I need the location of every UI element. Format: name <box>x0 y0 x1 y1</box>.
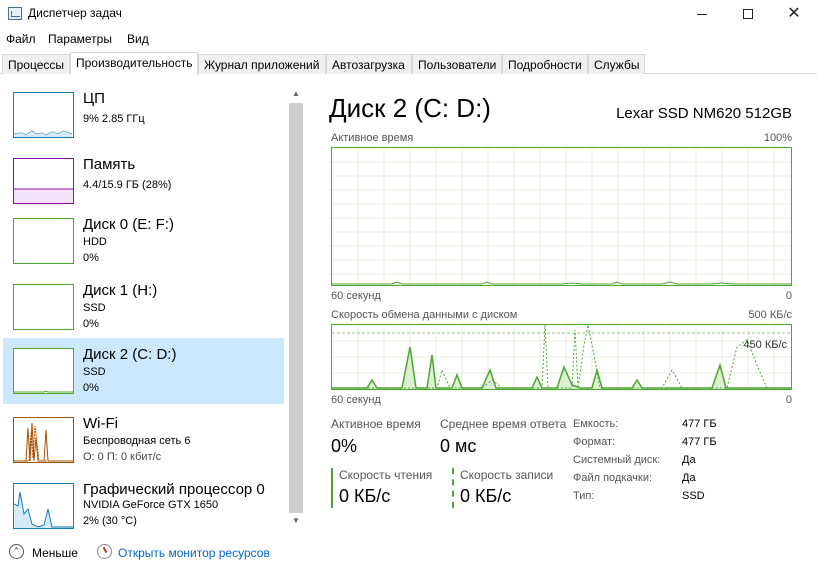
read-speed-label: Скорость чтения <box>339 468 433 482</box>
close-button[interactable]: ✕ <box>771 0 817 28</box>
chevron-up-icon[interactable]: ⌃ <box>9 544 24 559</box>
tab-startup[interactable]: Автозагрузка <box>326 54 412 74</box>
transfer-chart-label: Скорость обмена данными с диском <box>331 309 518 321</box>
tab-processes[interactable]: Процессы <box>2 54 70 74</box>
sidebar-item-type: HDD <box>83 236 107 248</box>
minimize-button[interactable] <box>679 0 725 28</box>
maximize-button[interactable] <box>725 0 771 28</box>
memory-thumbnail-graph <box>13 158 74 204</box>
active-time-duration-label: 60 секунд <box>331 290 381 302</box>
sidebar-item-title: Графический процессор 0 <box>83 481 265 498</box>
tab-app-history[interactable]: Журнал приложений <box>198 54 326 74</box>
disk-2-thumbnail-graph <box>13 348 74 394</box>
sidebar-item-disk-0[interactable]: Диск 0 (E: F:) HDD 0% <box>3 210 284 276</box>
title-bar: Диспетчер задач ✕ <box>0 0 817 28</box>
tab-bar: Процессы Производительность Журнал прило… <box>0 52 817 75</box>
sidebar-item-throughput: О: 0 П: 0 кбит/с <box>83 451 162 463</box>
capacity-value: 477 ГБ <box>682 418 717 430</box>
menu-file[interactable]: Файл <box>6 32 36 46</box>
sidebar-item-model: NVIDIA GeForce GTX 1650 <box>83 499 219 511</box>
sidebar-item-wifi[interactable]: Wi-Fi Беспроводная сеть 6 О: 0 П: 0 кбит… <box>3 409 284 475</box>
format-label: Формат: <box>573 436 616 448</box>
format-value: 477 ГБ <box>682 436 717 448</box>
sidebar-item-detail: 9% 2.85 ГГц <box>83 113 145 125</box>
open-resource-monitor-link[interactable]: Открыть монитор ресурсов <box>118 546 270 560</box>
sidebar-item-type: SSD <box>83 366 106 378</box>
type-value: SSD <box>682 490 705 502</box>
scroll-down-arrow[interactable]: ▼ <box>289 514 303 528</box>
sidebar-item-usage: 0% <box>83 318 99 330</box>
transfer-rate-chart: 450 КБ/с <box>331 324 792 390</box>
disk-0-thumbnail-graph <box>13 218 74 264</box>
resource-monitor-icon[interactable] <box>97 544 112 559</box>
sidebar-item-detail: 4.4/15.9 ГБ (28%) <box>83 179 172 191</box>
disk-1-thumbnail-graph <box>13 284 74 330</box>
transfer-duration-label: 60 секунд <box>331 394 381 406</box>
active-time-max-label: 100% <box>763 132 792 144</box>
sidebar-item-disk-1[interactable]: Диск 1 (H:) SSD 0% <box>3 276 284 342</box>
minimize-icon <box>697 13 707 15</box>
page-file-value: Да <box>682 472 696 484</box>
active-time-chart <box>331 147 792 286</box>
active-time-stat-value: 0% <box>331 436 358 456</box>
gpu-thumbnail-graph <box>13 483 74 529</box>
active-time-min-label: 0 <box>785 290 792 302</box>
wifi-thumbnail-graph <box>13 417 74 463</box>
sidebar-item-title: Диск 1 (H:) <box>83 282 158 299</box>
response-time-stat-value: 0 мс <box>440 436 477 456</box>
sidebar-item-title: Память <box>83 156 136 173</box>
sidebar-item-usage: 2% (30 °C) <box>83 515 137 527</box>
task-manager-app-icon <box>8 7 22 20</box>
page-file-label: Файл подкачки: <box>573 472 653 484</box>
sidebar-item-memory[interactable]: Память 4.4/15.9 ГБ (28%) <box>3 150 284 216</box>
tab-users[interactable]: Пользователи <box>412 54 502 74</box>
sidebar-item-usage: 0% <box>83 382 99 394</box>
sidebar-item-title: Диск 2 (C: D:) <box>83 346 177 363</box>
fewer-details-button[interactable]: Меньше <box>32 546 78 560</box>
write-speed-label: Скорость записи <box>460 468 554 482</box>
disk-title: Диск 2 (C: D:) <box>329 93 491 123</box>
sidebar-item-title: Wi-Fi <box>83 415 118 432</box>
menu-options[interactable]: Параметры <box>48 32 112 46</box>
resource-list: ЦП 9% 2.85 ГГц Память 4.4/15.9 ГБ (28%) … <box>0 75 305 535</box>
sidebar-item-title: Диск 0 (E: F:) <box>83 216 174 233</box>
type-label: Тип: <box>573 490 595 502</box>
sidebar-item-type: SSD <box>83 302 106 314</box>
sidebar-item-title: ЦП <box>83 90 105 107</box>
scroll-up-arrow[interactable]: ▲ <box>289 87 303 101</box>
cpu-thumbnail-graph <box>13 92 74 138</box>
menu-view[interactable]: Вид <box>127 32 149 46</box>
sidebar-item-disk-2[interactable]: Диск 2 (C: D:) SSD 0% <box>3 338 284 404</box>
sidebar-item-adapter: Беспроводная сеть 6 <box>83 435 191 447</box>
transfer-max-label: 500 КБ/с <box>748 309 792 321</box>
window-title: Диспетчер задач <box>28 6 122 20</box>
response-time-stat-label: Среднее время ответа <box>440 417 567 431</box>
capacity-label: Емкость: <box>573 418 619 430</box>
menu-bar: Файл Параметры Вид <box>0 29 817 49</box>
tab-performance[interactable]: Производительность <box>70 52 198 75</box>
read-speed-legend-line <box>331 468 333 508</box>
close-icon: ✕ <box>787 5 801 22</box>
transfer-min-label: 0 <box>785 394 792 406</box>
read-speed-value: 0 КБ/с <box>339 486 391 506</box>
sidebar-item-cpu[interactable]: ЦП 9% 2.85 ГГц <box>3 84 284 150</box>
active-time-chart-label: Активное время <box>331 132 414 144</box>
tab-details[interactable]: Подробности <box>502 54 588 74</box>
system-disk-label: Системный диск: <box>573 454 661 466</box>
sidebar-item-gpu[interactable]: Графический процессор 0 NVIDIA GeForce G… <box>3 475 284 541</box>
tab-services[interactable]: Службы <box>588 54 645 74</box>
disk-detail-panel: Диск 2 (C: D:) Lexar SSD NM620 512GB Акт… <box>312 75 817 535</box>
system-disk-value: Да <box>682 454 696 466</box>
write-speed-legend-line <box>452 468 454 508</box>
transfer-marker-label: 450 КБ/с <box>743 339 787 351</box>
footer-bar: ⌃ Меньше Открыть монитор ресурсов <box>0 538 817 568</box>
write-speed-value: 0 КБ/с <box>460 486 512 506</box>
sidebar-item-usage: 0% <box>83 252 99 264</box>
maximize-icon <box>743 9 753 19</box>
disk-model: Lexar SSD NM620 512GB <box>616 105 792 122</box>
scrollbar-thumb[interactable] <box>289 103 303 513</box>
active-time-stat-label: Активное время <box>331 417 421 431</box>
